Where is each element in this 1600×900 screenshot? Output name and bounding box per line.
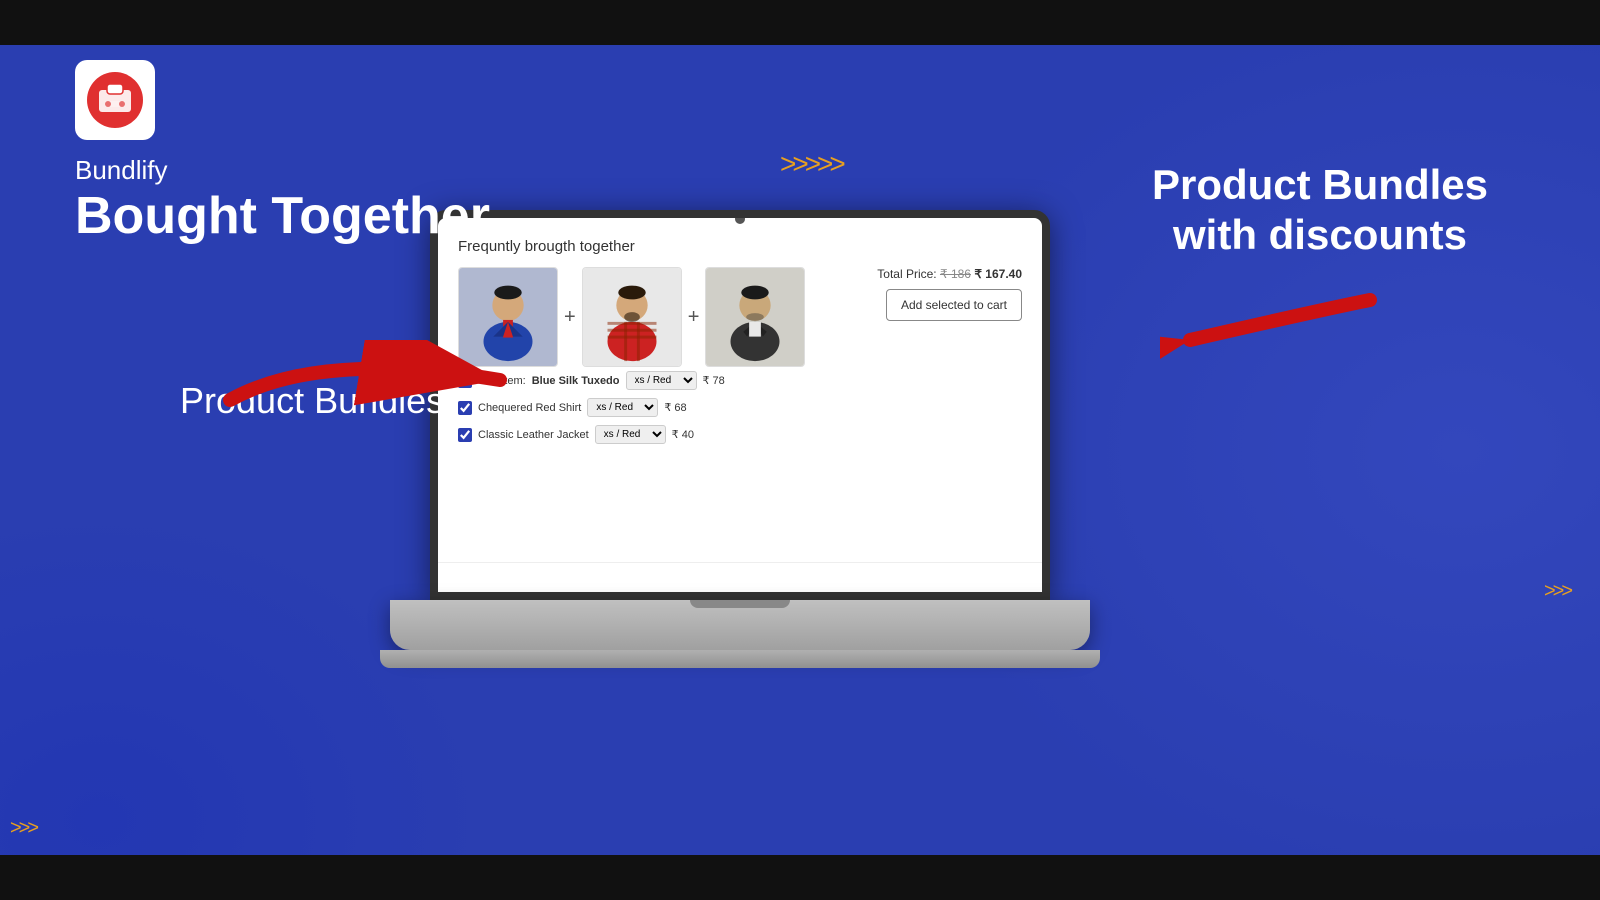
plus-sign-1: + — [564, 306, 576, 329]
item-3-variant-select[interactable]: xs / Red xs / Blue sm / Red — [595, 425, 666, 444]
item-2-variant-select[interactable]: xs / Red xs / Blue sm / Red — [587, 398, 658, 417]
product-list-item-2: Chequered Red Shirt xs / Red xs / Blue s… — [458, 398, 1022, 417]
product-list-item-3: Classic Leather Jacket xs / Red xs / Blu… — [458, 425, 1022, 444]
screen-inner: Frequntly brougth together — [438, 218, 1042, 592]
top-bar — [0, 0, 1600, 45]
laptop-container: Frequntly brougth together — [430, 210, 1070, 690]
screen-content: Frequntly brougth together — [438, 218, 1042, 592]
laptop-screen: Frequntly brougth together — [430, 210, 1050, 600]
item-1-variant-select[interactable]: xs / Red xs / Blue sm / Red — [626, 371, 697, 390]
item-1-name: Blue Silk Tuxedo — [532, 375, 620, 387]
frequently-bought-title: Frequntly brougth together — [458, 238, 1022, 255]
bought-together-heading: Bought Together — [75, 188, 490, 245]
item-1-price: ₹ 78 — [703, 374, 725, 387]
product-bundles-discounts: Product Bundles with discounts — [1120, 160, 1520, 261]
discounted-price: ₹ 167.40 — [974, 267, 1022, 281]
plus-sign-2: + — [688, 306, 700, 329]
red-shirt-svg — [583, 268, 681, 366]
product-list-item-1: This item: Blue Silk Tuxedo xs / Red xs … — [458, 371, 1022, 390]
add-to-cart-button[interactable]: Add selected to cart — [886, 289, 1022, 321]
item-3-name: Classic Leather Jacket — [478, 429, 589, 441]
red-arrow-right — [1160, 290, 1380, 370]
brand-name: Bundlify — [75, 155, 168, 186]
screen-camera — [735, 214, 745, 224]
red-arrow-left — [220, 340, 520, 420]
bg-blob-bottom-left — [0, 500, 500, 900]
logo-box — [75, 60, 155, 140]
laptop-base-bottom — [380, 650, 1100, 668]
logo-area — [75, 60, 155, 140]
chevrons-right-icon: >>> — [1544, 580, 1570, 603]
item-3-checkbox[interactable] — [458, 428, 472, 442]
item-2-price: ₹ 68 — [664, 401, 686, 414]
item-3-price: ₹ 40 — [672, 428, 694, 441]
bottom-bar — [0, 855, 1600, 900]
product-image-3 — [705, 267, 805, 367]
bundlify-logo-icon — [85, 70, 145, 130]
total-price-row: Total Price: ₹ 186 ₹ 167.40 — [877, 267, 1022, 281]
chevrons-top-icon: >>>>> — [780, 148, 842, 180]
laptop-base — [390, 600, 1090, 650]
chevrons-bottom-left-icon: >>> — [10, 817, 36, 840]
leather-jacket-svg — [706, 268, 804, 366]
total-price-label: Total Price: — [877, 267, 936, 281]
product-image-2 — [582, 267, 682, 367]
screen-bottom-bar — [438, 562, 1042, 592]
original-price: ₹ 186 — [940, 267, 971, 281]
product-list: This item: Blue Silk Tuxedo xs / Red xs … — [458, 371, 1022, 444]
